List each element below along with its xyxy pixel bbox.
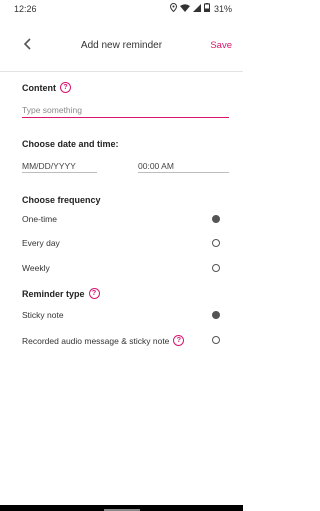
reminder-type-section-title: Reminder type ? xyxy=(22,288,100,299)
content-input[interactable] xyxy=(22,103,229,118)
option-label: One-time xyxy=(22,214,57,224)
save-button[interactable]: Save xyxy=(210,40,232,51)
help-icon[interactable]: ? xyxy=(173,335,185,346)
system-nav-bar xyxy=(0,505,243,511)
radio-button[interactable] xyxy=(212,215,220,223)
radio-button[interactable] xyxy=(212,264,220,272)
frequency-section-title: Choose frequency xyxy=(22,195,101,205)
content-section-title: Content ? xyxy=(22,82,71,93)
option-label: Sticky note xyxy=(22,310,64,320)
frequency-option-weekly[interactable]: Weekly xyxy=(22,262,220,276)
signal-icon xyxy=(192,3,201,15)
datetime-section-title: Choose date and time: xyxy=(22,139,119,149)
date-input[interactable] xyxy=(22,159,97,173)
battery-icon xyxy=(203,3,210,15)
frequency-title: Choose frequency xyxy=(22,195,101,205)
time-input[interactable] xyxy=(138,159,229,173)
radio-button[interactable] xyxy=(212,311,220,319)
datetime-title: Choose date and time: xyxy=(22,139,119,149)
help-icon[interactable]: ? xyxy=(88,288,100,299)
reminder-type-title: Reminder type xyxy=(22,288,85,299)
app-bar: Add new reminder Save xyxy=(0,30,243,70)
status-time: 12:26 xyxy=(14,4,37,14)
reminder-type-option-audio[interactable]: Recorded audio message & sticky note ? xyxy=(22,334,220,348)
radio-button[interactable] xyxy=(212,239,220,247)
option-label: Every day xyxy=(22,238,60,248)
content-title: Content xyxy=(22,82,56,93)
option-label: Recorded audio message & sticky note xyxy=(22,335,170,346)
reminder-screen: 12:26 31% Add new reminder Save Content … xyxy=(0,0,243,511)
status-icons: 31% xyxy=(169,2,232,15)
page-title: Add new reminder xyxy=(80,40,163,51)
battery-percent: 31% xyxy=(213,4,232,14)
header-divider xyxy=(0,71,243,72)
option-label: Weekly xyxy=(22,263,50,273)
radio-button[interactable] xyxy=(212,336,220,344)
frequency-option-every-day[interactable]: Every day xyxy=(22,237,220,251)
help-icon[interactable]: ? xyxy=(60,82,71,93)
option-label-wrap: Recorded audio message & sticky note ? xyxy=(22,335,185,346)
location-icon xyxy=(169,2,177,15)
frequency-option-one-time[interactable]: One-time xyxy=(22,213,220,227)
reminder-type-option-sticky-note[interactable]: Sticky note xyxy=(22,309,220,323)
status-bar: 12:26 31% xyxy=(0,0,243,18)
wifi-icon xyxy=(179,3,190,15)
